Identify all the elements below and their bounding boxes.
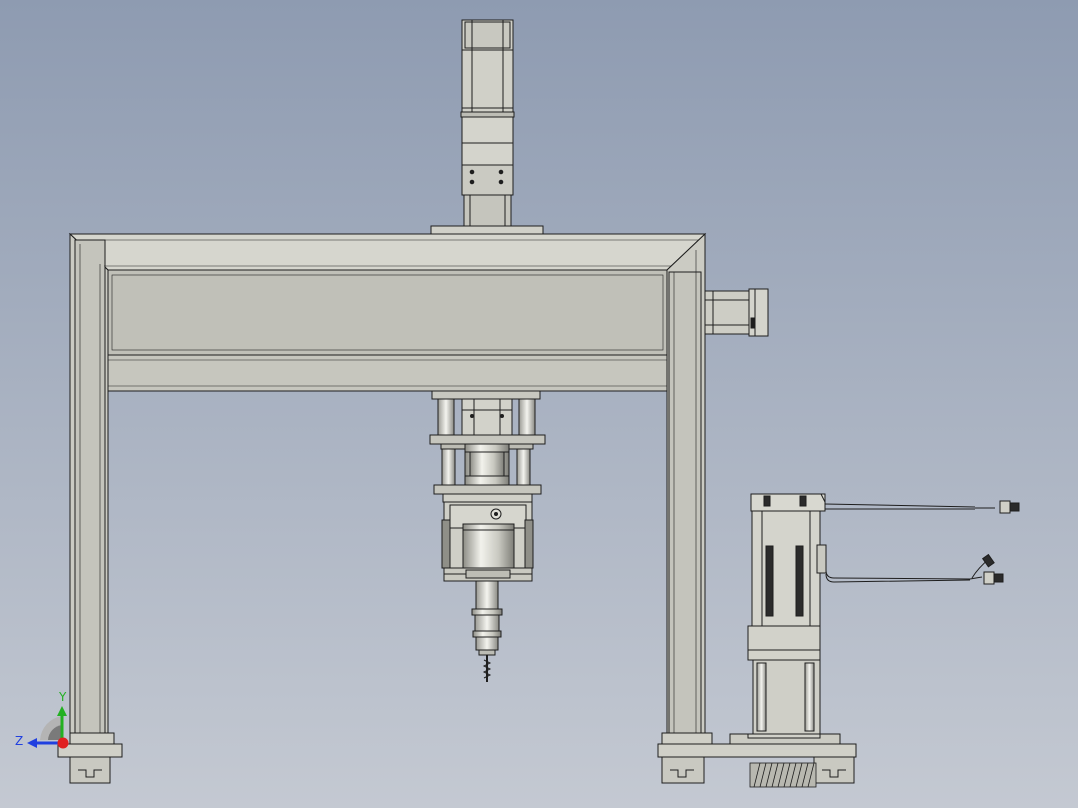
helical-gear[interactable] — [749, 762, 817, 788]
cad-viewport[interactable]: Y Z — [0, 0, 1078, 808]
side-servo-motor[interactable] — [704, 288, 769, 337]
triad-y-label: Y — [58, 690, 67, 704]
right-servo-motor[interactable] — [747, 493, 827, 739]
triad-z-label: Z — [15, 734, 23, 748]
viewport-background — [0, 0, 1078, 808]
cad-model-view[interactable]: Y Z — [0, 0, 1078, 808]
